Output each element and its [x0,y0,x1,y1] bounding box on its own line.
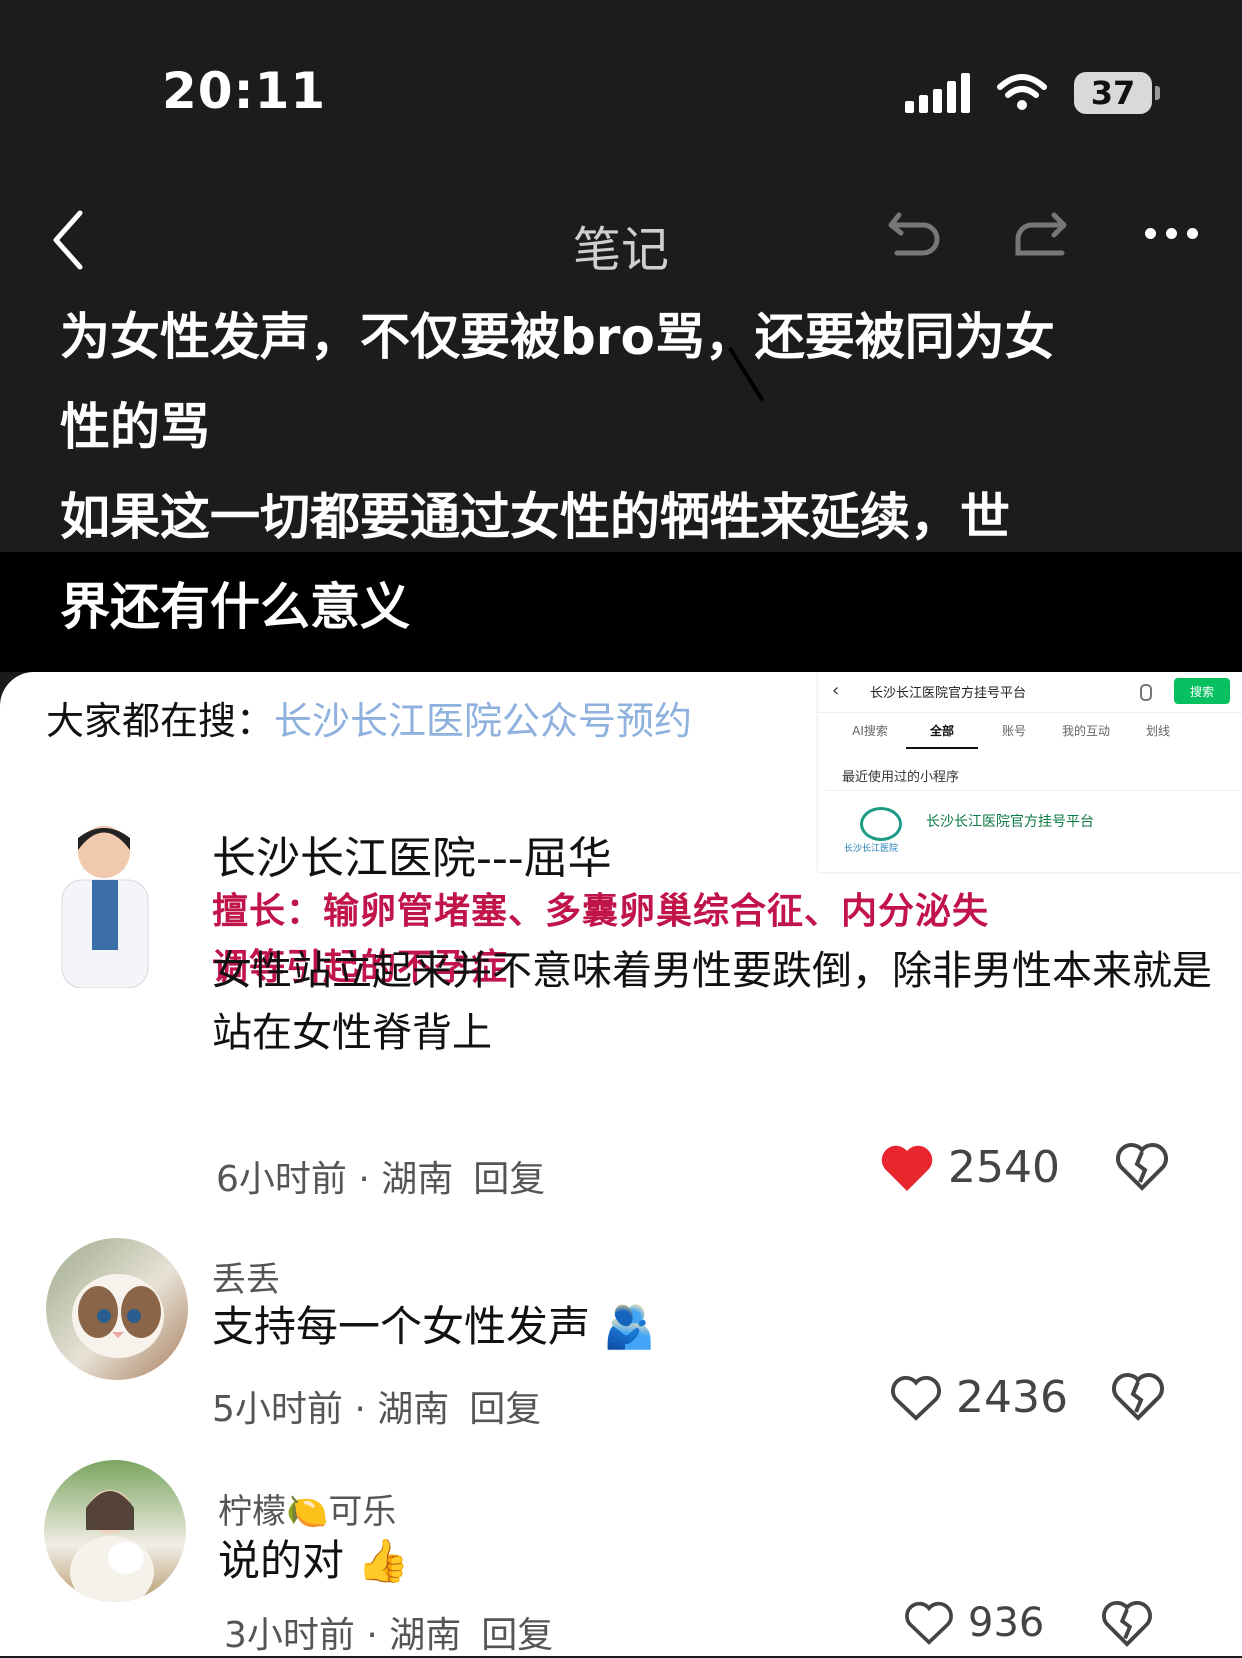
ad-search-bar: ‹ 长沙长江医院官方挂号平台 搜索 [818,672,1242,713]
search-suggestion-label: 大家都在搜： [46,699,275,743]
battery-icon: 37 [1074,72,1160,114]
ad-mini-program-card: 长沙长江医院 长沙长江医院官方挂号平台 [826,790,1240,867]
broken-heart-icon[interactable] [1116,1142,1168,1192]
hospital-ad-screenshot: ‹ 长沙长江医院官方挂号平台 搜索 AI搜索 全部 账号 我的互动 划线 最近使… [818,672,1242,872]
undo-icon[interactable] [885,205,945,265]
reply-button[interactable]: 回复 [473,1159,545,1200]
like-button[interactable]: 936 [904,1600,1044,1646]
ad-tab-active: 全部 [906,722,978,749]
comment-time: 3小时前 · 湖南 [224,1615,462,1656]
ad-mini-program-name: 长沙长江医院官方挂号平台 [926,814,1094,830]
comment-author[interactable]: 柠檬🍋可乐 [218,1484,396,1533]
note-line-1: 为女性发声，不仅要被bro骂，还要被同为女 [60,308,1055,366]
ad-search-query: 长沙长江医院官方挂号平台 [870,686,1027,701]
reply-button[interactable]: 回复 [469,1389,541,1430]
ad-back-icon: ‹ [832,680,840,701]
note-body: 为女性发声，不仅要被bro骂，还要被同为女 性的骂 如果这一切都要通过女性的牺牲… [60,292,1180,652]
search-suggestion-keyword[interactable]: 长沙长江医院公众号预约 [274,699,692,743]
status-time: 20:11 [162,62,327,120]
comment-meta: 5小时前 · 湖南 回复 [212,1380,541,1432]
like-button[interactable]: 2436 [890,1372,1068,1423]
ad-mic-icon [1140,684,1152,701]
wifi-icon [997,74,1047,110]
like-button[interactable]: 2540 [880,1142,1060,1193]
like-count: 2540 [948,1142,1060,1193]
heart-filled-icon [881,1145,933,1191]
ad-search-button: 搜索 [1174,678,1230,704]
comment-author[interactable]: 丢丢 [212,1252,280,1301]
ad-tab: AI搜索 [852,724,888,738]
note-line-2: 性的骂 [60,398,210,456]
comment-text: 说的对 👍 [218,1536,410,1585]
status-icons: 37 [905,68,1160,118]
comment-author[interactable]: 长沙长江医院---屈华 [212,822,612,886]
avatar[interactable] [44,1460,186,1602]
broken-heart-icon[interactable] [1112,1372,1164,1422]
search-suggestion[interactable]: 大家都在搜：长沙长江医院公众号预约 [46,690,692,745]
comment-meta: 6小时前 · 湖南 回复 [216,1150,545,1202]
heart-outline-icon [905,1601,953,1645]
comment-text: 支持每一个女性发声 🫂 [212,1302,656,1351]
ad-tabs: AI搜索 全部 账号 我的互动 划线 [834,722,1242,749]
comment-text: 女性站立起来并不意味着男性要跌倒，除非男性本来就是站在女性脊背上 [212,948,1212,1056]
heart-outline-icon [891,1375,941,1421]
ad-recent-label: 最近使用过的小程序 [842,770,960,785]
broken-heart-icon[interactable] [1102,1600,1152,1648]
ad-tab: 账号 [1001,724,1026,738]
hospital-logo-text: 长沙长江医院 [844,844,899,854]
reply-button[interactable]: 回复 [481,1615,553,1656]
like-count: 936 [968,1600,1045,1646]
more-icon[interactable] [1145,228,1198,239]
ad-tab: 划线 [1145,724,1170,738]
comment-time: 6小时前 · 湖南 [216,1159,454,1200]
avatar[interactable] [44,810,164,988]
comment-meta: 3小时前 · 湖南 回复 [224,1606,553,1658]
note-line-4: 界还有什么意义 [60,578,410,636]
comment-time: 5小时前 · 湖南 [212,1389,450,1430]
redo-icon[interactable] [1010,205,1070,265]
ad-tab: 我的互动 [1061,724,1110,738]
hospital-logo-icon [860,807,902,841]
note-line-3: 如果这一切都要通过女性的牺牲来延续，世 [60,488,1010,546]
avatar[interactable] [46,1238,188,1380]
like-count: 2436 [956,1372,1068,1423]
signal-icon [905,73,970,113]
